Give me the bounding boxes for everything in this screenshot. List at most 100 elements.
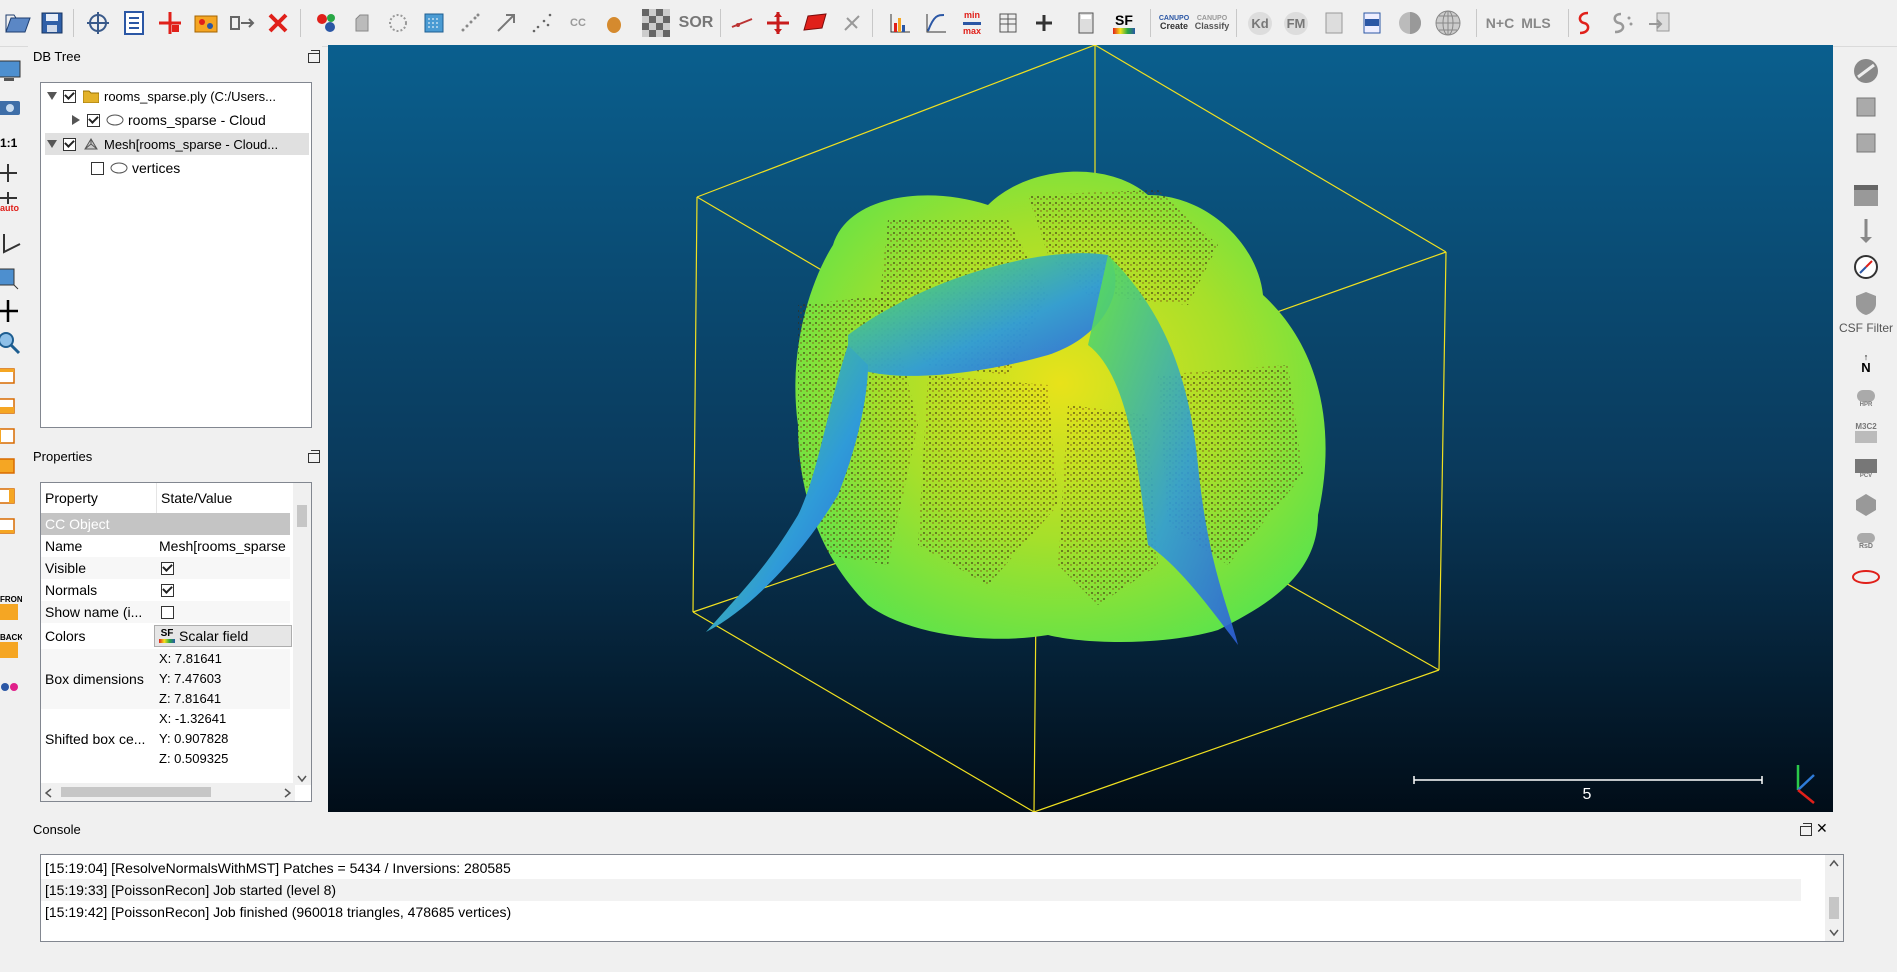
snake-icon[interactable] — [1568, 7, 1600, 39]
probe-icon[interactable] — [1835, 216, 1897, 246]
merge-icon[interactable] — [190, 7, 222, 39]
normals-checkbox[interactable] — [161, 583, 174, 597]
compass-icon[interactable] — [1835, 252, 1897, 282]
mls-icon[interactable]: MLS — [1520, 7, 1552, 39]
view-iso-back-icon[interactable]: BACK — [0, 634, 22, 664]
noise-filter-icon[interactable] — [382, 7, 414, 39]
show-name-checkbox[interactable] — [161, 605, 174, 619]
vertical-scrollbar[interactable] — [293, 483, 311, 785]
horizontal-scrollbar[interactable] — [41, 783, 295, 801]
scrollbar-thumb[interactable] — [1829, 897, 1839, 919]
subsample-icon[interactable] — [418, 7, 450, 39]
close-icon[interactable]: ✕ — [1816, 820, 1828, 837]
ellipse-selection-icon[interactable] — [1835, 562, 1897, 592]
float-dock-icon[interactable] — [1800, 823, 1812, 836]
view-front-icon[interactable] — [0, 390, 22, 420]
canupo-classify-icon[interactable]: CANUPO Classify — [1194, 7, 1230, 39]
histogram-icon[interactable] — [884, 7, 916, 39]
sor-icon[interactable]: SOR — [679, 7, 714, 39]
ellipsoid-icon[interactable] — [598, 7, 630, 39]
checkbox[interactable] — [91, 161, 104, 175]
rsd-icon[interactable]: RsD — [1835, 526, 1897, 556]
checkbox[interactable] — [63, 89, 76, 103]
scroll-right-icon[interactable] — [283, 788, 291, 798]
delete-icon[interactable] — [262, 7, 294, 39]
expand-arrow-icon[interactable] — [69, 113, 83, 127]
scrollbar-thumb[interactable] — [297, 505, 307, 527]
view-top-icon[interactable] — [0, 360, 22, 390]
auto-pivot-icon[interactable]: auto — [0, 192, 22, 222]
ss-icon[interactable] — [1606, 7, 1638, 39]
table-icon[interactable] — [992, 7, 1024, 39]
m3c2-icon[interactable]: M3C2 — [1835, 418, 1897, 448]
min-max-icon[interactable]: min max — [956, 7, 988, 39]
fm-icon[interactable]: FM — [1280, 7, 1312, 39]
checker-icon[interactable] — [640, 7, 672, 39]
kd-icon[interactable]: Kd — [1244, 7, 1276, 39]
zoom-ratio-icon[interactable]: 1:1 — [0, 128, 22, 158]
scroll-left-icon[interactable] — [45, 788, 53, 798]
clone-icon[interactable] — [526, 7, 558, 39]
view-right-icon[interactable] — [0, 480, 22, 510]
n-c-icon[interactable]: N+C — [1484, 7, 1516, 39]
translate-icon[interactable] — [154, 7, 186, 39]
stereo-icon[interactable] — [0, 672, 22, 702]
forbidden-icon[interactable] — [1835, 56, 1897, 86]
point-picking-icon[interactable] — [82, 7, 114, 39]
csv-icon[interactable] — [1356, 7, 1388, 39]
globe-icon[interactable] — [1432, 7, 1464, 39]
name-value[interactable]: Mesh[rooms_sparse — [159, 535, 290, 557]
segment-icon[interactable] — [226, 7, 258, 39]
view-bottom-icon[interactable] — [0, 510, 22, 540]
column-header-value[interactable]: State/Value — [156, 483, 294, 513]
clapperboard-icon[interactable] — [1835, 180, 1897, 210]
camera-icon[interactable] — [0, 92, 22, 122]
tree-item-ply-file[interactable]: rooms_sparse.ply (C:/Users... — [45, 85, 276, 107]
dip-tool-icon[interactable] — [1835, 92, 1897, 122]
expand-arrow-icon[interactable] — [45, 89, 59, 103]
cross-section-icon[interactable] — [726, 7, 758, 39]
hidden-point-icon[interactable] — [346, 7, 378, 39]
hexagon-icon[interactable] — [1835, 490, 1897, 520]
arrow-icon[interactable] — [1644, 7, 1676, 39]
fine-registration-icon[interactable] — [490, 7, 522, 39]
crop-icon[interactable] — [454, 7, 486, 39]
csf-filter-icon[interactable] — [1835, 288, 1897, 318]
save-icon[interactable] — [36, 7, 68, 39]
point-pair-icon[interactable] — [836, 7, 868, 39]
cc-icon[interactable]: CC — [562, 7, 594, 39]
float-dock-icon[interactable] — [308, 50, 320, 63]
checkbox[interactable] — [63, 137, 76, 151]
scrollbar-thumb[interactable] — [61, 787, 211, 797]
tree-item-vertices[interactable]: vertices — [91, 157, 180, 179]
sphere-icon[interactable] — [1394, 7, 1426, 39]
monitor-icon[interactable] — [0, 56, 22, 86]
tree-item-mesh[interactable]: Mesh[rooms_sparse - Cloud... — [45, 133, 309, 155]
sample-icon[interactable] — [310, 7, 342, 39]
point-list-icon[interactable] — [118, 7, 150, 39]
expand-arrow-icon[interactable] — [45, 137, 59, 151]
view-iso-front-icon[interactable]: FRONT — [0, 596, 22, 626]
perspective-icon[interactable] — [0, 262, 22, 292]
pivot-icon[interactable] — [762, 7, 794, 39]
checkbox[interactable] — [87, 113, 100, 127]
move-icon[interactable] — [0, 296, 22, 326]
scroll-down-icon[interactable] — [297, 775, 307, 783]
calculator-icon[interactable] — [1070, 7, 1102, 39]
plus-icon[interactable] — [1028, 7, 1060, 39]
brush-tool-icon[interactable] — [1835, 128, 1897, 158]
scroll-down-icon[interactable] — [1829, 929, 1839, 937]
3d-view[interactable]: 5 — [328, 45, 1833, 812]
rotate-axis-icon[interactable] — [0, 228, 22, 258]
zoom-icon[interactable] — [0, 328, 22, 358]
north-arrow-icon[interactable]: ↑ N — [1835, 348, 1897, 378]
console-scrollbar[interactable] — [1825, 855, 1843, 941]
visible-checkbox[interactable] — [161, 561, 174, 575]
view-left-icon[interactable] — [0, 420, 22, 450]
hpr-icon[interactable]: HPR — [1835, 384, 1897, 414]
pcv-icon[interactable]: PCV — [1835, 454, 1897, 484]
scroll-up-icon[interactable] — [1829, 859, 1839, 867]
canupo-create-icon[interactable]: CANUPO Create — [1156, 7, 1192, 39]
view-back-icon[interactable] — [0, 450, 22, 480]
plane-icon[interactable] — [798, 7, 830, 39]
